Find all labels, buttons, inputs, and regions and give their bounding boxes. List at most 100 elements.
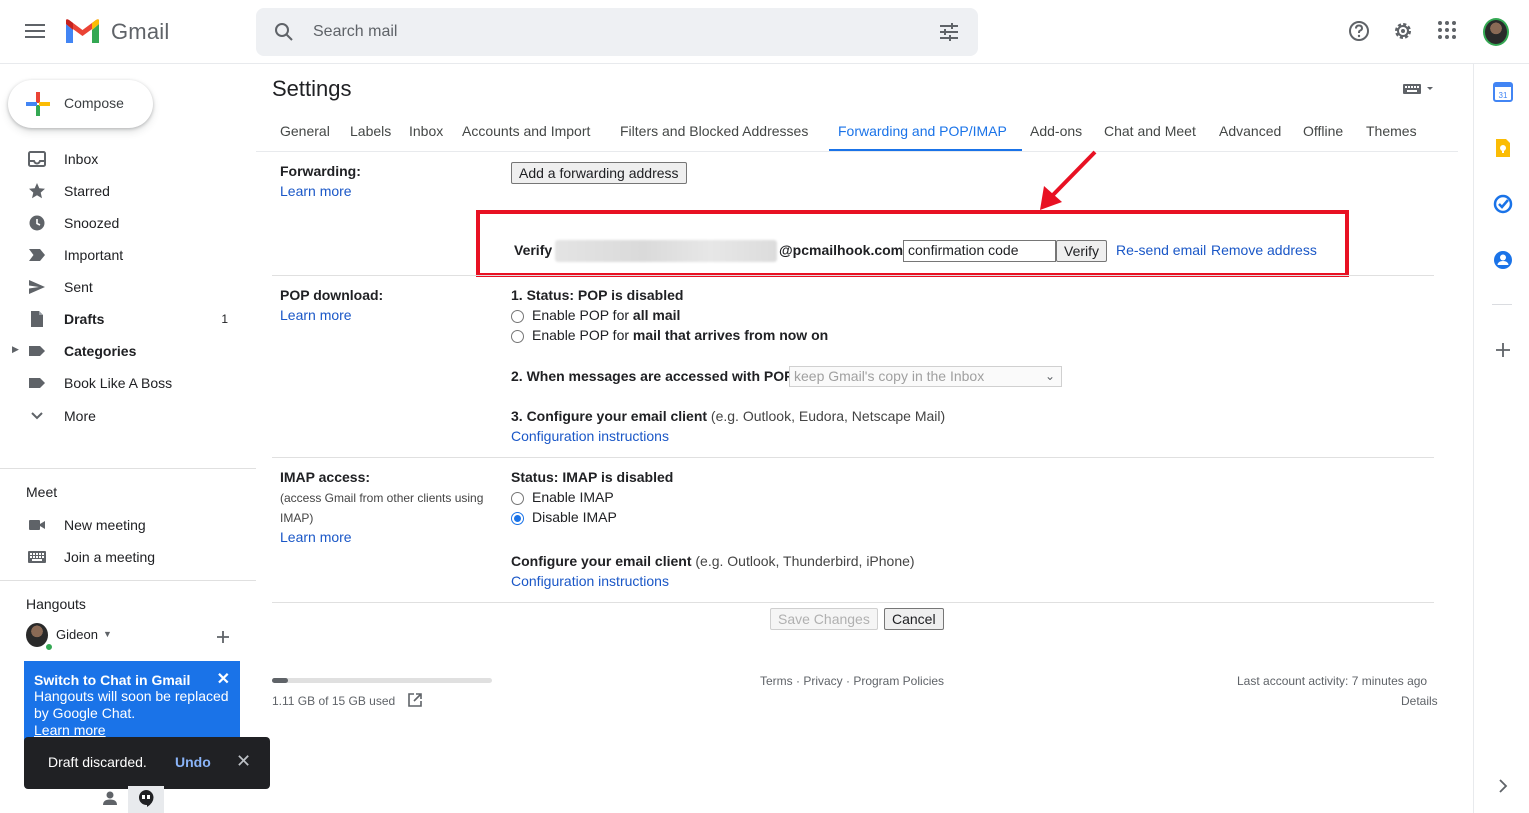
- send-icon: [29, 280, 45, 294]
- sidebar-item-starred[interactable]: Starred: [0, 175, 256, 207]
- tab-forwarding-pop-imap[interactable]: Forwarding and POP/IMAP: [838, 123, 1007, 139]
- tab-inbox[interactable]: Inbox: [409, 123, 443, 139]
- enable-imap-label[interactable]: Enable IMAP: [532, 489, 614, 505]
- star-icon: [29, 183, 45, 199]
- confirmation-code-input[interactable]: confirmation code: [903, 240, 1056, 262]
- expand-arrow-icon[interactable]: ▶: [12, 344, 19, 355]
- remove-address-link[interactable]: Remove address: [1211, 242, 1317, 258]
- chevron-down-icon: ⌄: [1044, 369, 1055, 383]
- tab-filters[interactable]: Filters and Blocked Addresses: [620, 123, 808, 139]
- gmail-m-icon: [66, 19, 99, 43]
- input-tools-keyboard-icon[interactable]: [1403, 82, 1435, 96]
- chevron-right-icon[interactable]: [1493, 776, 1513, 796]
- enable-pop-now-label[interactable]: Enable POP for mail that arrives from no…: [532, 327, 828, 343]
- google-calendar-icon[interactable]: 31: [1493, 82, 1513, 102]
- get-add-ons-icon[interactable]: [1493, 340, 1513, 360]
- tab-general[interactable]: General: [280, 123, 330, 139]
- compose-button[interactable]: Compose: [8, 80, 153, 128]
- save-changes-button[interactable]: Save Changes: [770, 608, 878, 630]
- tab-themes[interactable]: Themes: [1366, 123, 1417, 139]
- sidebar-item-snoozed[interactable]: Snoozed: [0, 207, 256, 239]
- section-divider: [272, 602, 1434, 603]
- sidebar-divider: [0, 468, 256, 469]
- help-icon[interactable]: [1348, 20, 1370, 42]
- pop-action-select[interactable]: keep Gmail's copy in the Inbox ⌄: [789, 366, 1062, 387]
- sidebar-item-important[interactable]: Important: [0, 239, 256, 271]
- add-contact-icon[interactable]: [216, 630, 230, 644]
- verify-label: Verify: [514, 242, 553, 258]
- enable-pop-all-label[interactable]: Enable POP for all mail: [532, 307, 680, 323]
- enable-pop-all-radio[interactable]: [511, 310, 524, 323]
- sidebar-item-inbox[interactable]: Inbox: [0, 143, 256, 175]
- undo-button[interactable]: Undo: [175, 754, 211, 770]
- verify-button[interactable]: Verify: [1056, 240, 1108, 262]
- settings-gear-icon[interactable]: [1392, 20, 1414, 42]
- hangouts-heading: Hangouts: [26, 596, 86, 612]
- config-bold: 3. Configure your email client: [511, 408, 708, 424]
- snackbar-close-icon[interactable]: ✕: [236, 751, 251, 772]
- search-bar[interactable]: Search mail: [256, 8, 978, 56]
- disable-imap-label[interactable]: Disable IMAP: [532, 509, 617, 525]
- resend-email-link[interactable]: Re-send email: [1116, 242, 1206, 258]
- tab-labels[interactable]: Labels: [350, 123, 391, 139]
- tab-accounts-and-import[interactable]: Accounts and Import: [462, 123, 590, 139]
- search-input[interactable]: Search mail: [313, 23, 397, 41]
- tab-offline[interactable]: Offline: [1303, 123, 1343, 139]
- forwarding-learn-more-link[interactable]: Learn more: [280, 183, 352, 199]
- snackbar: Draft discarded. Undo ✕: [24, 737, 270, 789]
- svg-text:31: 31: [1499, 91, 1508, 100]
- activity-details-link[interactable]: Details: [1401, 694, 1438, 708]
- sidebar-item-label: Sent: [64, 279, 93, 295]
- search-options-icon[interactable]: [938, 22, 960, 42]
- main-menu-icon[interactable]: [22, 20, 48, 44]
- config-bold: Configure your email client: [511, 553, 692, 569]
- imap-config-heading: Configure your email client (e.g. Outloo…: [511, 553, 915, 569]
- tab-add-ons[interactable]: Add-ons: [1030, 123, 1082, 139]
- pop-learn-more-link[interactable]: Learn more: [280, 307, 352, 323]
- add-forwarding-address-button[interactable]: Add a forwarding address: [511, 162, 687, 184]
- status-dropdown-icon[interactable]: ▼: [103, 629, 112, 639]
- imap-config-instructions-link[interactable]: Configuration instructions: [511, 573, 669, 589]
- google-keep-icon[interactable]: [1493, 138, 1513, 158]
- pop-config-instructions-link[interactable]: Configuration instructions: [511, 428, 669, 444]
- hangouts-tab[interactable]: [128, 786, 164, 813]
- open-in-new-icon[interactable]: [408, 693, 422, 707]
- storage-usage-fill: [272, 678, 289, 683]
- tab-advanced[interactable]: Advanced: [1219, 123, 1281, 139]
- option-text: Enable POP for: [532, 327, 633, 343]
- google-contacts-icon[interactable]: [1493, 250, 1513, 270]
- account-avatar[interactable]: [1483, 18, 1509, 46]
- important-icon: [29, 249, 45, 261]
- promo-close-icon[interactable]: ✕: [217, 669, 230, 689]
- draft-icon: [31, 311, 43, 327]
- imap-access-label: IMAP access:: [280, 469, 371, 485]
- tab-chat-and-meet[interactable]: Chat and Meet: [1104, 123, 1196, 139]
- contacts-person-icon[interactable]: [102, 790, 118, 806]
- search-icon[interactable]: [274, 22, 294, 42]
- new-meeting-item[interactable]: New meeting: [0, 509, 256, 541]
- sidebar-item-sent[interactable]: Sent: [0, 271, 256, 303]
- hangouts-user-name[interactable]: Gideon: [56, 627, 98, 642]
- page-title: Settings: [272, 76, 352, 101]
- sidebar-item-drafts[interactable]: Drafts 1: [0, 303, 256, 335]
- imap-learn-more-link[interactable]: Learn more: [280, 529, 352, 545]
- promo-title: Switch to Chat in Gmail: [34, 672, 191, 688]
- section-divider: [272, 275, 1434, 276]
- join-meeting-item[interactable]: Join a meeting: [0, 541, 256, 573]
- clock-icon: [29, 215, 45, 231]
- gmail-logo[interactable]: Gmail: [64, 17, 169, 47]
- enable-imap-radio[interactable]: [511, 492, 524, 505]
- pop-access-heading: 2. When messages are accessed with POP: [511, 368, 794, 384]
- join-meeting-label: Join a meeting: [64, 549, 156, 565]
- sidebar-item-more[interactable]: More: [0, 400, 256, 432]
- disable-imap-radio[interactable]: [511, 512, 524, 525]
- footer-policy-links[interactable]: Terms · Privacy · Program Policies: [760, 674, 944, 688]
- sidebar-item-book-like-a-boss[interactable]: Book Like A Boss: [0, 367, 256, 399]
- cancel-button[interactable]: Cancel: [884, 608, 944, 630]
- sidebar-item-categories[interactable]: ▶ Categories: [0, 335, 256, 367]
- email-domain: @pcmailhook.com: [779, 242, 904, 258]
- imap-description: (access Gmail from other clients using I…: [280, 491, 484, 525]
- google-tasks-icon[interactable]: [1493, 194, 1513, 214]
- enable-pop-now-radio[interactable]: [511, 330, 524, 343]
- apps-grid-icon[interactable]: [1437, 20, 1457, 40]
